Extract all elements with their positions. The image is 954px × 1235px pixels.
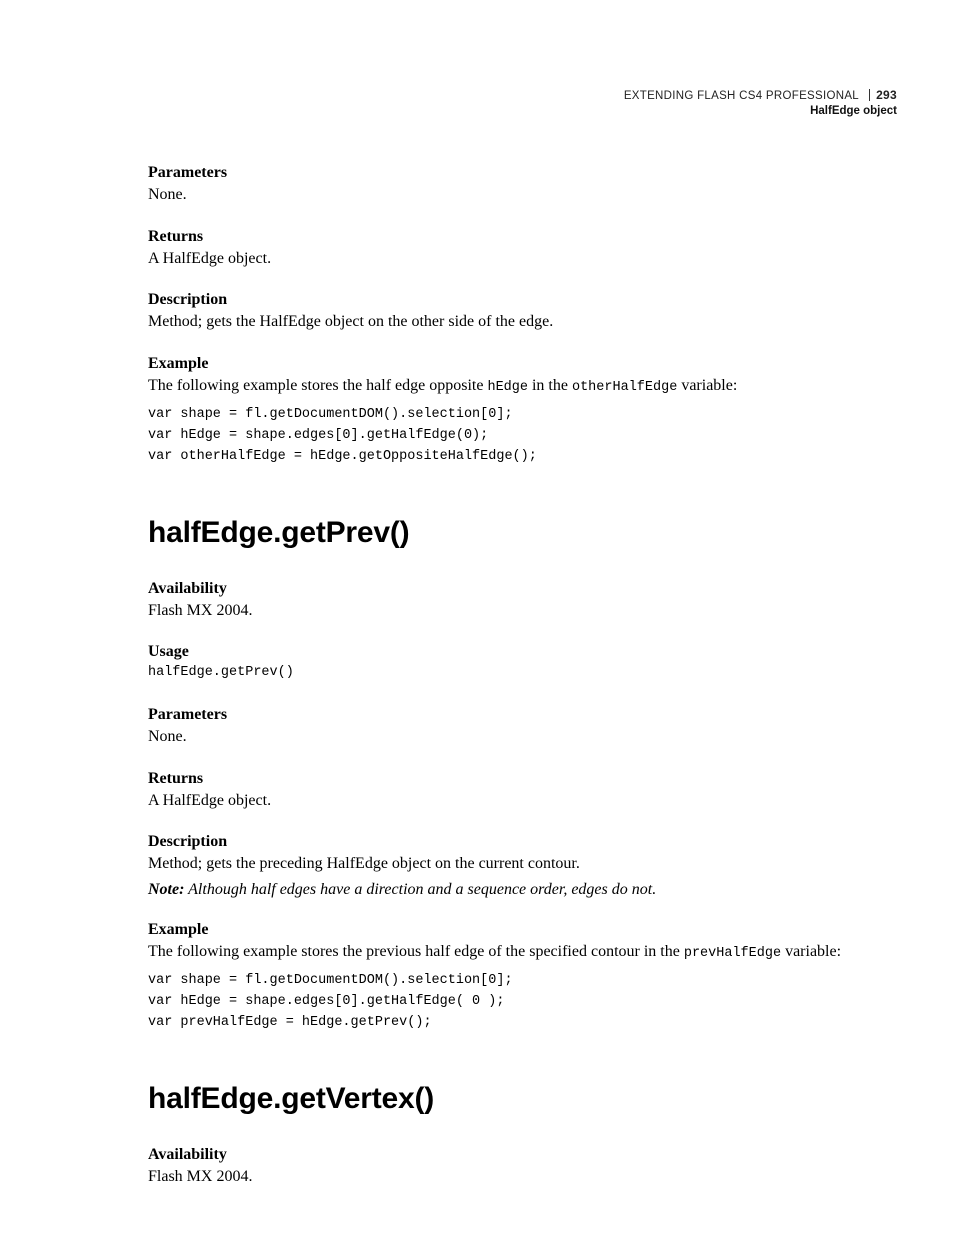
getPrev-example-intro-pre: The following example stores the previou… bbox=[148, 943, 684, 960]
getPrev-returns-section: Returns A HalfEdge object. bbox=[148, 770, 896, 812]
parameters-section: Parameters None. bbox=[148, 164, 896, 206]
returns-body: A HalfEdge object. bbox=[148, 248, 896, 270]
inline-code-otherHalfEdge: otherHalfEdge bbox=[572, 380, 677, 395]
parameters-label: Parameters bbox=[148, 164, 896, 182]
description-body: Method; gets the HalfEdge object on the … bbox=[148, 311, 896, 333]
example-intro: The following example stores the half ed… bbox=[148, 375, 896, 397]
running-header: EXTENDING FLASH CS4 PROFESSIONAL 293 Hal… bbox=[624, 88, 897, 119]
getPrev-description-section: Description Method; gets the preceding H… bbox=[148, 833, 896, 899]
description-label: Description bbox=[148, 291, 896, 309]
getPrev-usage-code: halfEdge.getPrev() bbox=[148, 663, 896, 684]
example-intro-mid: in the bbox=[528, 377, 572, 394]
getPrev-description-label: Description bbox=[148, 833, 896, 851]
getVertex-availability-section: Availability Flash MX 2004. bbox=[148, 1146, 896, 1188]
note-label: Note: bbox=[148, 881, 184, 898]
getVertex-availability-label: Availability bbox=[148, 1146, 896, 1164]
parameters-body: None. bbox=[148, 184, 896, 206]
getPrev-availability-body: Flash MX 2004. bbox=[148, 600, 896, 622]
getPrev-usage-section: Usage halfEdge.getPrev() bbox=[148, 643, 896, 684]
getPrev-availability-label: Availability bbox=[148, 580, 896, 598]
getPrev-usage-label: Usage bbox=[148, 643, 896, 661]
example-code-block: var shape = fl.getDocumentDOM().selectio… bbox=[148, 405, 896, 468]
example-label: Example bbox=[148, 355, 896, 373]
api-heading-getVertex: halfEdge.getVertex() bbox=[148, 1082, 896, 1116]
doc-title: EXTENDING FLASH CS4 PROFESSIONAL bbox=[624, 90, 859, 102]
getPrev-note: Note: Although half edges have a directi… bbox=[148, 881, 896, 899]
getVertex-availability-body: Flash MX 2004. bbox=[148, 1166, 896, 1188]
api-heading-getPrev: halfEdge.getPrev() bbox=[148, 516, 896, 550]
getPrev-example-intro-post: variable: bbox=[781, 943, 841, 960]
note-body: Although half edges have a direction and… bbox=[184, 881, 656, 898]
example-intro-pre: The following example stores the half ed… bbox=[148, 377, 487, 394]
example-section: Example The following example stores the… bbox=[148, 355, 896, 468]
returns-section: Returns A HalfEdge object. bbox=[148, 228, 896, 270]
example-intro-post: variable: bbox=[677, 377, 737, 394]
page: EXTENDING FLASH CS4 PROFESSIONAL 293 Hal… bbox=[0, 0, 954, 1235]
page-number: 293 bbox=[876, 88, 897, 102]
section-title: HalfEdge object bbox=[624, 104, 897, 118]
getPrev-parameters-section: Parameters None. bbox=[148, 706, 896, 748]
returns-label: Returns bbox=[148, 228, 896, 246]
getPrev-parameters-body: None. bbox=[148, 726, 896, 748]
getPrev-example-label: Example bbox=[148, 921, 896, 939]
getPrev-example-intro: The following example stores the previou… bbox=[148, 941, 896, 963]
description-section: Description Method; gets the HalfEdge ob… bbox=[148, 291, 896, 333]
getPrev-returns-label: Returns bbox=[148, 770, 896, 788]
getPrev-description-body: Method; gets the preceding HalfEdge obje… bbox=[148, 853, 896, 875]
getPrev-availability-section: Availability Flash MX 2004. bbox=[148, 580, 896, 622]
getPrev-returns-body: A HalfEdge object. bbox=[148, 790, 896, 812]
inline-code-hEdge: hEdge bbox=[487, 380, 528, 395]
page-content: Parameters None. Returns A HalfEdge obje… bbox=[148, 88, 896, 1188]
page-number-separator bbox=[869, 89, 870, 101]
running-header-line1: EXTENDING FLASH CS4 PROFESSIONAL 293 bbox=[624, 88, 897, 103]
getPrev-example-code-block: var shape = fl.getDocumentDOM().selectio… bbox=[148, 971, 896, 1034]
getPrev-example-section: Example The following example stores the… bbox=[148, 921, 896, 1034]
inline-code-prevHalfEdge: prevHalfEdge bbox=[684, 946, 781, 961]
getPrev-parameters-label: Parameters bbox=[148, 706, 896, 724]
